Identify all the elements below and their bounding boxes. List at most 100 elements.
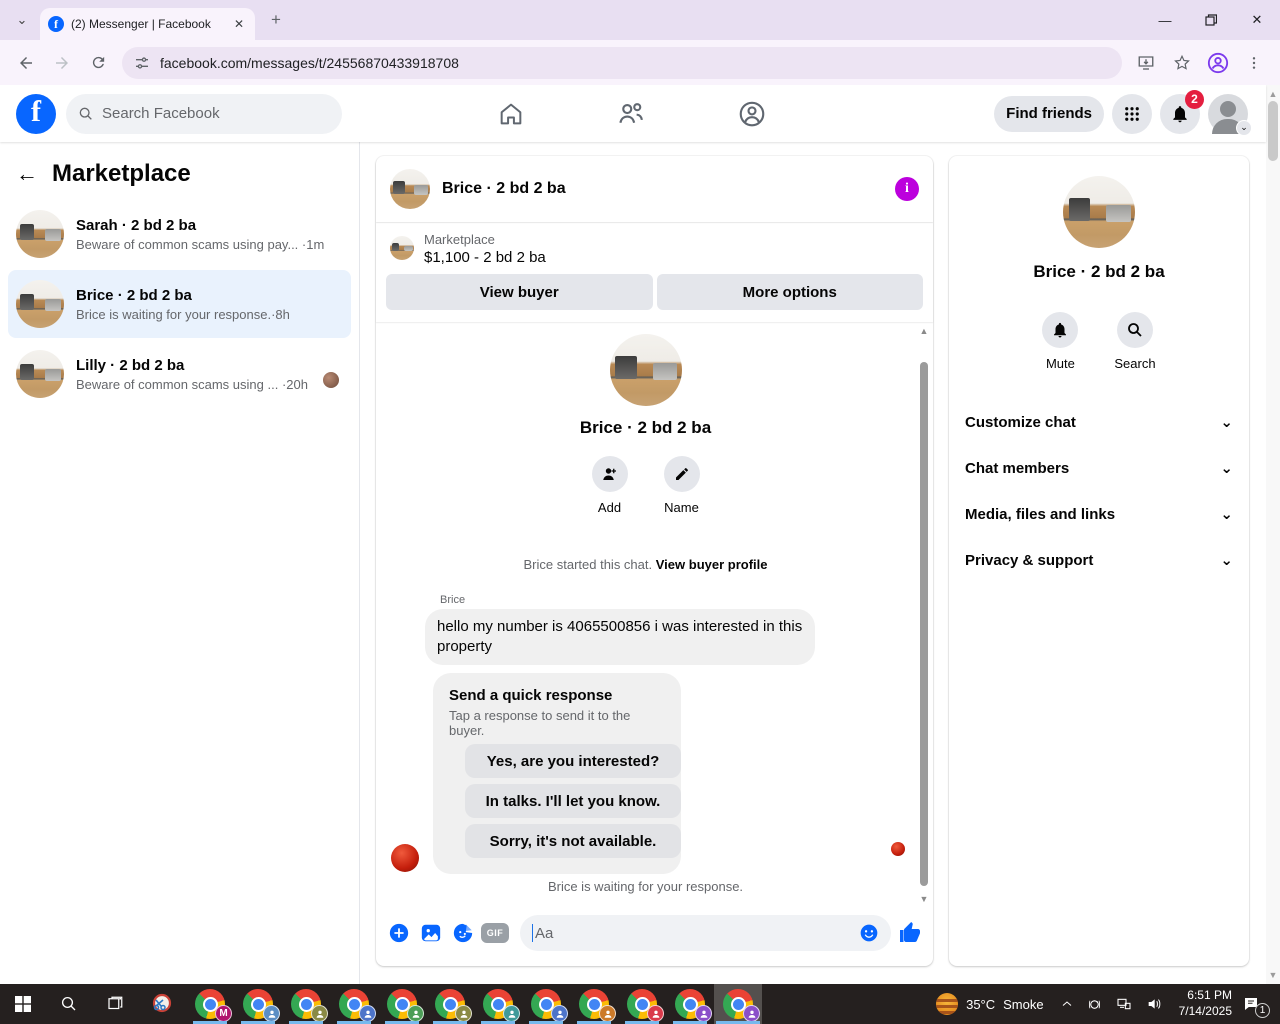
back-button[interactable] (10, 47, 42, 79)
message-input[interactable]: Aa (520, 915, 891, 951)
facebook-logo[interactable]: f (16, 93, 56, 134)
menu-chat-members[interactable]: Chat members ⌄ (949, 445, 1249, 491)
window-minimize-button[interactable]: — (1142, 0, 1188, 40)
page-scroll-down-arrow[interactable]: ▼ (1268, 970, 1278, 980)
taskbar-chrome-window[interactable] (714, 984, 762, 1024)
forward-button[interactable] (46, 47, 78, 79)
account-chevron-icon: ⌄ (1236, 119, 1252, 136)
tab-close-icon[interactable]: ✕ (231, 16, 247, 32)
start-button[interactable] (0, 984, 46, 1024)
taskbar-chrome-window[interactable] (474, 984, 522, 1024)
quick-response-option-3[interactable]: Sorry, it's not available. (465, 824, 681, 859)
address-bar[interactable]: facebook.com/messages/t/2455687043391870… (122, 46, 1122, 79)
taskbar-chrome-window[interactable] (570, 984, 618, 1024)
chat-header-avatar[interactable] (390, 169, 430, 209)
menu-privacy-support[interactable]: Privacy & support ⌄ (949, 537, 1249, 583)
taskbar-chrome-window[interactable] (282, 984, 330, 1024)
network-icon[interactable] (1116, 996, 1132, 1012)
conversation-lilly[interactable]: Lilly · 2 bd 2 ba Beware of common scams… (8, 340, 351, 408)
new-tab-button[interactable]: + (263, 7, 289, 33)
account-avatar[interactable]: ⌄ (1208, 93, 1252, 136)
apps-grid-icon (1125, 106, 1139, 121)
view-buyer-profile-link[interactable]: View buyer profile (656, 557, 768, 572)
chat-scrollbar[interactable]: ▲ ▼ (917, 324, 931, 906)
page-scroll-up-arrow[interactable]: ▲ (1268, 89, 1278, 99)
search-chat-button[interactable]: Search (1114, 312, 1156, 371)
emoji-icon[interactable] (859, 923, 879, 943)
browser-toolbar: facebook.com/messages/t/2455687043391870… (0, 40, 1280, 85)
notifications-button[interactable]: 2 (1160, 89, 1204, 134)
taskbar-chrome-window[interactable] (234, 984, 282, 1024)
back-arrow-icon[interactable]: ← (16, 161, 52, 187)
action-center-button[interactable]: 1 (1242, 991, 1270, 1018)
view-buyer-button[interactable]: View buyer (386, 274, 653, 310)
reload-button[interactable] (82, 47, 114, 79)
edit-name-button[interactable]: Name (663, 456, 700, 515)
url-text[interactable]: facebook.com/messages/t/2455687043391870… (160, 55, 459, 71)
scroll-down-arrow[interactable]: ▼ (917, 892, 931, 906)
taskbar-chrome-window[interactable] (378, 984, 426, 1024)
conversation-name: Brice · 2 bd 2 ba (76, 286, 192, 304)
find-friends-button[interactable]: Find friends (994, 95, 1104, 132)
chat-header-title[interactable]: Brice · 2 bd 2 ba (442, 180, 895, 198)
taskbar-chrome-window[interactable] (666, 984, 714, 1024)
volume-icon[interactable] (1146, 996, 1162, 1012)
pencil-icon (675, 468, 688, 480)
gif-icon[interactable]: GIF (480, 920, 510, 946)
taskbar-chrome-window[interactable] (426, 984, 474, 1024)
attach-plus-icon[interactable] (386, 920, 412, 946)
chat-profile-avatar (609, 334, 682, 406)
tray-app-icon[interactable] (1087, 997, 1102, 1012)
weather-widget[interactable]: 35°C Smoke (926, 993, 1054, 1015)
conversation-avatar (16, 350, 64, 398)
chat-info-icon[interactable]: i (895, 177, 919, 201)
page-scrollbar-thumb[interactable] (1268, 101, 1278, 161)
sidebar-title: Marketplace (52, 160, 191, 187)
taskbar-chrome-window[interactable] (522, 984, 570, 1024)
waiting-text: Brice is waiting for your response. (547, 879, 744, 894)
window-close-button[interactable]: ✕ (1234, 0, 1280, 40)
browser-menu-icon[interactable] (1238, 47, 1270, 79)
quick-response-option-2[interactable]: In talks. I'll let you know. (465, 784, 681, 819)
photo-icon[interactable] (418, 920, 444, 946)
tab-search-chevron-icon[interactable]: ⌄ (8, 6, 36, 34)
install-app-icon[interactable] (1130, 47, 1162, 79)
scrollbar-thumb[interactable] (920, 362, 928, 886)
menu-media-files-links[interactable]: Media, files and links ⌄ (949, 491, 1249, 537)
task-view-button[interactable] (92, 984, 138, 1024)
window-restore-button[interactable] (1188, 0, 1234, 40)
snipping-tool-button[interactable] (138, 984, 186, 1024)
taskbar-chrome-window[interactable]: M (186, 984, 234, 1024)
chevron-down-icon: ⌄ (1220, 506, 1233, 523)
friends-tab-icon[interactable] (616, 99, 646, 129)
sender-avatar[interactable] (391, 844, 419, 873)
quick-response-option-1[interactable]: Yes, are you interested? (465, 744, 681, 779)
browser-tab[interactable]: f (2) Messenger | Facebook ✕ (40, 8, 255, 40)
bookmark-star-icon[interactable] (1166, 47, 1198, 79)
conversation-brice[interactable]: Brice · 2 bd 2 ba Brice is waiting for y… (8, 270, 351, 338)
chrome-profile-badge (503, 1005, 520, 1022)
mute-button[interactable]: Mute (1042, 312, 1079, 371)
add-people-button[interactable]: Add (591, 456, 628, 515)
conversation-sarah[interactable]: Sarah · 2 bd 2 ba Beware of common scams… (8, 200, 351, 268)
groups-tab-icon[interactable] (737, 99, 767, 129)
chevron-down-icon: ⌄ (1220, 460, 1233, 477)
sticker-icon[interactable] (450, 920, 476, 946)
facebook-search-input[interactable]: Search Facebook (66, 93, 342, 134)
taskbar-search-button[interactable] (46, 984, 92, 1024)
apps-menu-button[interactable] (1112, 93, 1152, 134)
message-bubble[interactable]: hello my number is 4065500856 i was inte… (425, 609, 815, 666)
chrome-profile-badge (743, 1005, 760, 1022)
like-icon[interactable] (897, 920, 923, 946)
tray-chevron-icon[interactable] (1061, 998, 1073, 1010)
page-scrollbar[interactable]: ▲ ▼ (1266, 85, 1280, 984)
menu-customize-chat[interactable]: Customize chat ⌄ (949, 399, 1249, 445)
site-info-icon[interactable] (134, 55, 150, 71)
taskbar-clock[interactable]: 6:51 PM 7/14/2025 (1179, 988, 1232, 1019)
taskbar-chrome-window[interactable] (330, 984, 378, 1024)
home-tab-icon[interactable] (497, 100, 525, 128)
more-options-button[interactable]: More options (656, 274, 923, 310)
scroll-up-arrow[interactable]: ▲ (917, 324, 931, 338)
taskbar-chrome-window[interactable] (618, 984, 666, 1024)
browser-profile-avatar[interactable] (1202, 47, 1234, 79)
